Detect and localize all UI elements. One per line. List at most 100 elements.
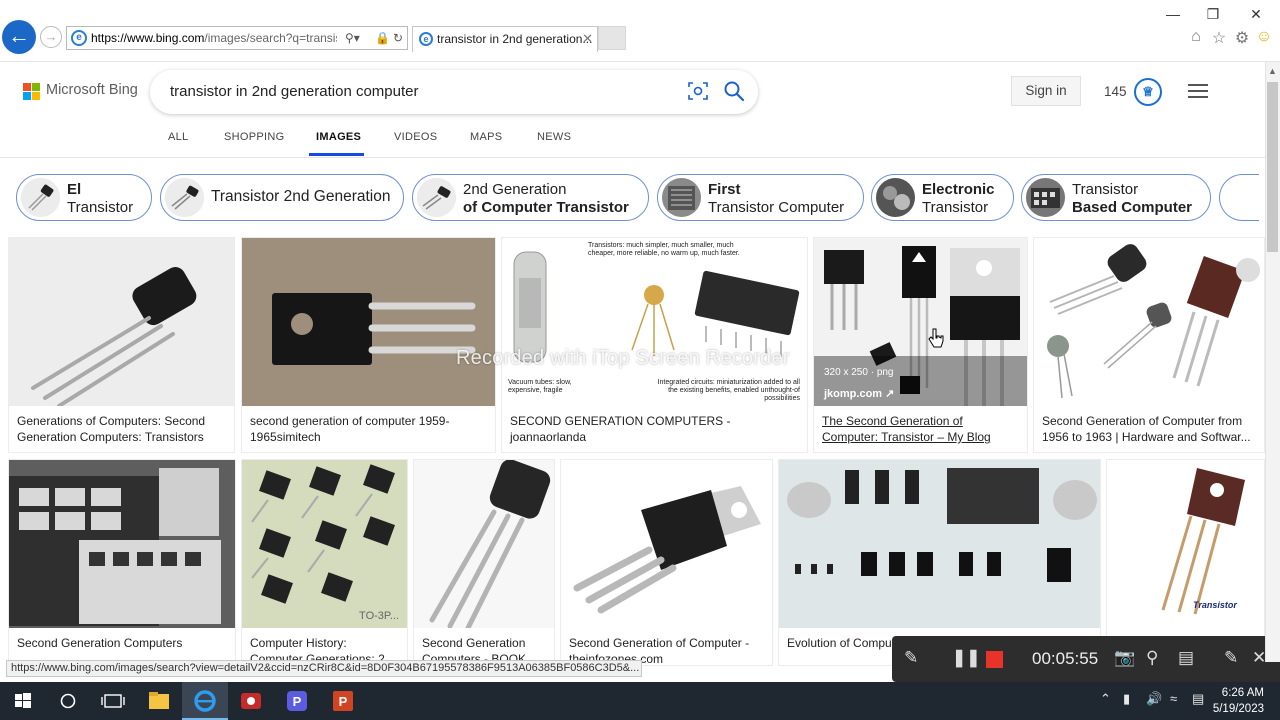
status-bar-url: https://www.bing.com/images/search?view=… [6,660,642,677]
search-dropdown-icon[interactable]: ⚲▾ [345,27,360,49]
infographic-text-right: Integrated circuits: miniaturization add… [657,379,800,402]
sign-in-button[interactable]: Sign in [1011,76,1081,106]
tab-videos[interactable]: VIDEOS [394,131,437,143]
action-center-icon[interactable]: ▤ [1192,691,1204,707]
close-tab-icon[interactable]: ✕ [582,27,593,51]
pen-icon[interactable]: ✎ [904,648,918,668]
chip-label-2: Transistor [922,199,989,216]
minimize-icon[interactable]: — [1163,6,1183,22]
zoom-icon[interactable]: ⚲ [1146,648,1158,668]
image-result[interactable]: TO-3P... Computer History: Computer Gene… [242,460,407,665]
clock-date: 5/19/2023 [1212,703,1264,715]
stop-record-icon[interactable] [986,651,1003,668]
rewards-trophy-icon[interactable]: ♕ [1134,78,1162,106]
tab-shopping[interactable]: SHOPPING [224,131,284,143]
new-tab-button[interactable] [598,26,626,50]
result-thumbnail [414,460,554,628]
favorites-star-icon[interactable]: ☆ [1209,28,1229,48]
chip-label-1: First [708,181,741,198]
search-icon[interactable] [723,80,745,102]
scrollbar-thumb[interactable] [1267,82,1278,252]
windows-taskbar: P P ⌃ ▮ 🔊 ≈ ▤ 6:26 AM 5/19/2023 [0,682,1280,720]
image-result[interactable]: Second Generation of Computer from 1956 … [1034,238,1264,452]
task-view-icon[interactable] [90,682,136,720]
related-chip[interactable]: First Transistor Computer [657,174,864,221]
chip-label-2: Based Computer [1072,199,1193,216]
camera-icon[interactable]: 📷 [1114,648,1135,668]
chip-label-2: of Computer Transistor [463,199,629,216]
powerpoint-icon[interactable]: P [320,682,366,720]
related-chip[interactable]: Electronic Transistor [871,174,1014,221]
settings-gear-icon[interactable]: ⚙ [1232,28,1252,48]
address-bar[interactable]: e https://www.bing.com/images/search?q=t… [66,26,408,50]
rewards-count[interactable]: 145 [1104,84,1127,99]
system-clock[interactable]: 6:26 AM 5/19/2023 [1213,685,1264,717]
image-result[interactable]: Transistor [1107,460,1264,665]
chip-thumbnail [21,178,60,217]
close-window-icon[interactable]: ✕ [1246,6,1266,23]
result-caption[interactable]: Second Generation of Computer from 1956 … [1042,413,1258,445]
battery-icon[interactable]: ▮ [1123,691,1130,707]
result-caption[interactable]: The Second Generation of Computer: Trans… [822,413,1021,445]
active-tab-indicator [309,153,364,156]
pause-icon[interactable]: ❚❚ [952,648,981,668]
related-chip[interactable]: Transistor 2nd Generation [160,174,404,221]
hamburger-menu-icon[interactable] [1188,84,1208,98]
microsoft-logo-icon[interactable] [23,83,40,100]
result-caption[interactable]: second generation of computer 1959-1965s… [250,413,489,445]
refresh-icon[interactable]: ↻ [393,27,403,49]
lock-icon[interactable]: 🔒 [375,27,390,49]
result-thumbnail [1034,238,1264,406]
screen-recorder-taskbar-icon[interactable] [228,682,274,720]
related-chip[interactable]: Transistor Based Computer [1021,174,1211,221]
browser-tab[interactable]: e transistor in 2nd generation... ✕ [412,26,598,52]
image-watermark-label: TO-3P... [359,610,399,622]
comment-icon[interactable]: ▤ [1178,648,1194,668]
tab-images[interactable]: IMAGES [316,131,361,143]
volume-icon[interactable]: 🔊 [1146,691,1162,707]
pdf-app-icon[interactable]: P [274,682,320,720]
image-result[interactable]: Evolution of Computer timelines [779,460,1100,665]
result-thumbnail [242,238,495,406]
related-chip-partial[interactable] [1219,174,1259,221]
back-button[interactable]: ← [2,20,36,54]
image-result[interactable]: Generations of Computers: Second Generat… [9,238,234,452]
search-input[interactable]: transistor in 2nd generation computer [170,83,418,100]
related-chip[interactable]: El Transistor [16,174,152,221]
image-result[interactable]: second generation of computer 1959-1965s… [242,238,495,452]
restore-icon[interactable]: ❐ [1203,6,1223,23]
svg-text:P: P [293,694,302,709]
tab-maps[interactable]: MAPS [470,131,502,143]
related-chip[interactable]: 2nd Generation of Computer Transistor [412,174,649,221]
result-thumbnail: Transistor [1107,460,1264,628]
feedback-smiley-icon[interactable]: ☺ [1254,28,1274,46]
internet-explorer-taskbar-icon[interactable] [182,682,228,720]
tab-all[interactable]: ALL [168,131,188,143]
image-result[interactable]: Second Generation Computers - BOOK... [414,460,554,665]
home-icon[interactable]: ⌂ [1186,28,1206,46]
chip-thumbnail [876,178,915,217]
image-result[interactable]: Transistors: much simpler, much smaller,… [502,238,807,452]
image-result[interactable]: Second Generation Computers [9,460,235,665]
search-taskbar-icon[interactable] [45,682,91,720]
edit-icon[interactable]: ✎ [1224,648,1238,668]
result-caption[interactable]: Second Generation Computers [17,635,229,651]
image-result-hovered[interactable]: 320 x 250 · png jkomp.com ↗ The Second G… [814,238,1027,452]
chip-label-1: El [67,181,82,198]
result-caption[interactable]: SECOND GENERATION COMPUTERS - joannaorla… [510,413,801,445]
forward-button[interactable]: → [40,26,62,48]
chip-thumbnail [417,178,456,217]
bing-logo-text[interactable]: Microsoft Bing [46,82,138,98]
scroll-up-icon[interactable]: ▲ [1268,66,1277,76]
visual-search-icon[interactable] [688,81,708,101]
file-explorer-icon[interactable] [136,682,182,720]
chip-thumbnail [165,178,204,217]
tab-news[interactable]: NEWS [537,131,571,143]
wifi-icon[interactable]: ≈ [1170,691,1177,706]
show-hidden-icons-icon[interactable]: ⌃ [1100,691,1111,707]
start-button[interactable] [0,682,46,720]
image-result[interactable]: Second Generation of Computer - theinfoz… [561,460,772,665]
image-source-meta[interactable]: jkomp.com ↗ [824,387,894,400]
result-caption[interactable]: Generations of Computers: Second Generat… [17,413,228,445]
result-thumbnail [9,238,234,406]
